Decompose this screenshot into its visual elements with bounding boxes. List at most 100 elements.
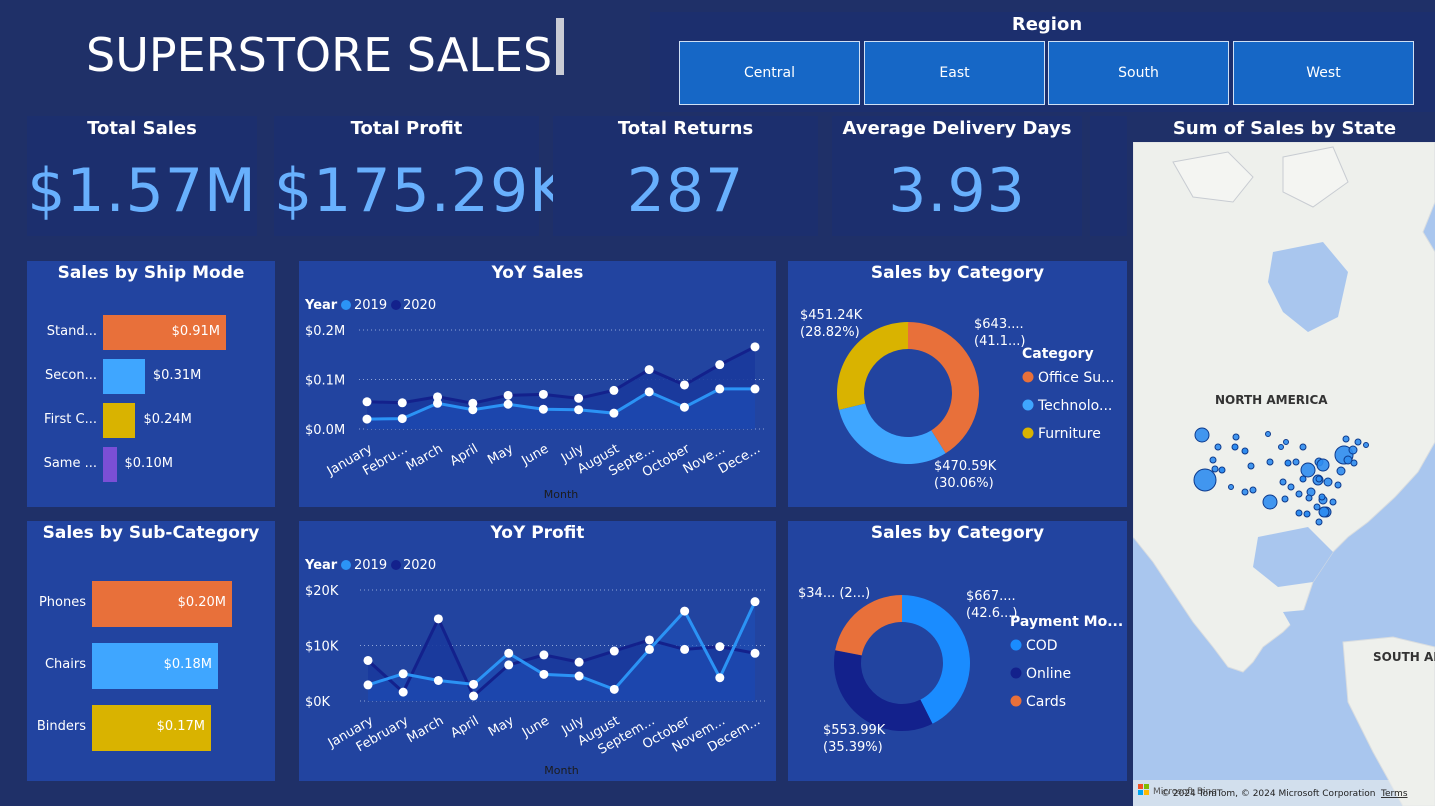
sales-by-state-map[interactable]: NORTH AMERICA SOUTH AM Microsoft Bing © … (1133, 142, 1435, 806)
data-point-2019[interactable] (504, 648, 514, 658)
region-button-east[interactable]: East (864, 41, 1045, 105)
data-point-2020[interactable] (680, 644, 690, 654)
donut-data-label: $34... (2...) (798, 586, 870, 601)
sales-by-payment-donut: $667....(42.6...)$553.99K(35.39%)$34... … (798, 586, 1123, 755)
data-point-2019[interactable] (750, 384, 760, 394)
data-point-2020[interactable] (397, 398, 407, 408)
data-point-2020[interactable] (433, 614, 443, 624)
legend-label[interactable]: Technolo... (1037, 398, 1112, 414)
data-point-2019[interactable] (468, 405, 478, 415)
data-point-2019[interactable] (363, 680, 373, 690)
legend-swatch-icon (391, 560, 401, 570)
data-point-2019[interactable] (644, 387, 654, 397)
donut-slice[interactable] (834, 650, 933, 731)
donut-slice[interactable] (839, 403, 946, 464)
data-point-2019[interactable] (503, 399, 513, 409)
legend-label[interactable]: 2020 (403, 298, 436, 313)
data-point-2019[interactable] (433, 398, 443, 408)
florida-bubble (1318, 506, 1330, 518)
x-axis-title: Month (544, 488, 579, 501)
data-point-2019[interactable] (680, 606, 690, 616)
kpi-title: Total Profit (350, 118, 463, 139)
data-point-2020[interactable] (609, 385, 619, 395)
data-point-2019[interactable] (679, 402, 689, 412)
donut-slice[interactable] (835, 595, 902, 656)
data-point-2020[interactable] (750, 342, 760, 352)
data-point-2019[interactable] (750, 597, 760, 607)
data-point-2019[interactable] (362, 414, 372, 424)
x-tick-label: April (448, 713, 481, 741)
data-point-2020[interactable] (398, 687, 408, 697)
data-point-2019[interactable] (538, 404, 548, 414)
legend-swatch-icon (1010, 667, 1022, 679)
data-point-2019[interactable] (539, 669, 549, 679)
data-point-2019[interactable] (433, 675, 443, 685)
bar-value-label: $0.31M (152, 367, 202, 383)
bar[interactable] (103, 447, 117, 482)
legend-label[interactable]: 2020 (403, 558, 436, 573)
legend-label[interactable]: COD (1026, 638, 1058, 654)
bar-category-label: Same ... (43, 455, 97, 471)
data-point-2020[interactable] (574, 657, 584, 667)
data-point-2019[interactable] (397, 414, 407, 424)
kpi-spacer-panel (1090, 116, 1127, 236)
map-terms-link[interactable]: Terms (1380, 789, 1408, 799)
data-point-2019[interactable] (469, 679, 479, 689)
donut-data-label: (35.39%) (823, 740, 883, 755)
map-canvas: NORTH AMERICA SOUTH AM Microsoft Bing © … (1133, 142, 1435, 806)
legend-label[interactable]: Cards (1026, 694, 1066, 710)
data-point-2019[interactable] (574, 405, 584, 415)
title-divider (556, 18, 564, 75)
data-point-2019[interactable] (715, 384, 725, 394)
x-tick-label: April (448, 441, 481, 469)
legend-label[interactable]: Online (1026, 666, 1071, 682)
data-point-2020[interactable] (503, 390, 513, 400)
bing-logo-icon-3 (1138, 790, 1143, 795)
data-point-2019[interactable] (609, 684, 619, 694)
map-copyright: © 2024 TomTom, © 2024 Microsoft Corporat… (1161, 789, 1375, 799)
data-point-2020[interactable] (609, 646, 619, 656)
legend-label[interactable]: 2019 (354, 558, 387, 573)
data-point-2020[interactable] (679, 380, 689, 390)
bar[interactable] (103, 403, 136, 438)
data-point-2019[interactable] (609, 408, 619, 418)
bar-category-label: First C... (44, 411, 97, 427)
legend-label[interactable]: 2019 (354, 298, 387, 313)
legend-title: Category (1022, 346, 1094, 362)
legend-label[interactable]: Office Su... (1038, 370, 1114, 386)
x-tick-label: May (486, 713, 517, 740)
legend-title: Year (304, 558, 338, 573)
legend-swatch-icon (1022, 427, 1034, 439)
data-point-2019[interactable] (398, 669, 408, 679)
data-point-2020[interactable] (715, 360, 725, 370)
card-title: Sales by Ship Mode (57, 263, 245, 283)
sales-by-category-donut: $643.... (41.1...) $470.59K (30.06%) $451.24… (800, 308, 1114, 491)
data-point-2020[interactable] (644, 365, 654, 375)
data-point-2020[interactable] (469, 691, 479, 701)
data-point-2020[interactable] (574, 393, 584, 403)
x-tick-label: March (405, 713, 447, 746)
region-button-central[interactable]: Central (679, 41, 860, 105)
legend-label[interactable]: Furniture (1038, 426, 1101, 442)
data-point-2020[interactable] (715, 642, 725, 652)
data-point-2019[interactable] (715, 673, 725, 683)
region-slicer-title: Region (1011, 14, 1083, 35)
legend-swatch-icon (1010, 695, 1022, 707)
data-point-2020[interactable] (504, 660, 514, 670)
page-title: SUPERSTORE SALES (86, 28, 553, 82)
data-point-2020[interactable] (362, 397, 372, 407)
data-point-2020[interactable] (644, 635, 654, 645)
data-point-2019[interactable] (644, 644, 654, 654)
data-point-2020[interactable] (750, 648, 760, 658)
region-button-west[interactable]: West (1233, 41, 1414, 105)
bing-logo-icon-2 (1144, 784, 1149, 789)
data-point-2020[interactable] (363, 655, 373, 665)
map-label-north-america: NORTH AMERICA (1215, 393, 1328, 407)
donut-slice[interactable] (908, 322, 979, 454)
data-point-2019[interactable] (574, 671, 584, 681)
region-button-south[interactable]: South (1048, 41, 1229, 105)
data-point-2020[interactable] (539, 650, 549, 660)
data-point-2020[interactable] (538, 389, 548, 399)
donut-data-label: $553.99K (823, 723, 886, 738)
bar[interactable] (103, 359, 145, 394)
